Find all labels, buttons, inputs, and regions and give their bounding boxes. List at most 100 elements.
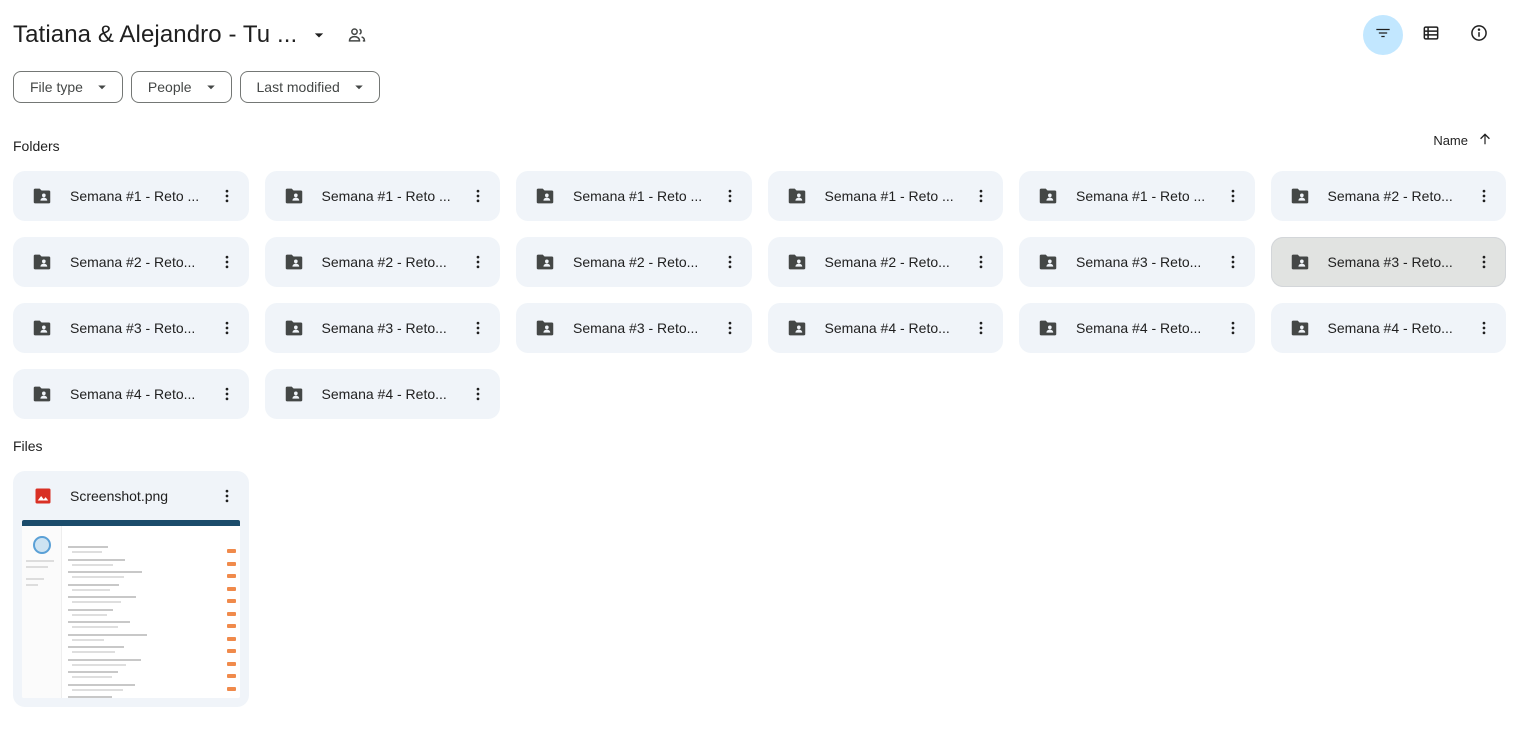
more-vert-icon[interactable] [464, 380, 492, 408]
thumbnail-row [68, 696, 236, 698]
folder-name: Semana #4 - Reto... [1327, 320, 1453, 336]
shared-folder-icon [31, 251, 53, 273]
sort-by-name-button[interactable]: Name [1433, 130, 1494, 151]
more-vert-icon[interactable] [464, 182, 492, 210]
thumbnail-text [68, 546, 108, 548]
more-vert-icon[interactable] [464, 314, 492, 342]
shared-folder-icon [31, 317, 53, 339]
folder-card[interactable]: Semana #3 - Reto... [1270, 237, 1506, 287]
folder-name: Semana #1 - Reto ... [70, 188, 200, 204]
folder-name: Semana #2 - Reto... [824, 254, 950, 270]
more-vert-icon[interactable] [213, 314, 241, 342]
more-vert-icon[interactable] [1470, 314, 1498, 342]
more-vert-icon[interactable] [716, 182, 744, 210]
more-vert-icon[interactable] [967, 182, 995, 210]
people-icon[interactable] [343, 21, 371, 49]
shared-folder-icon [283, 383, 305, 405]
folder-card[interactable]: Semana #2 - Reto... [516, 237, 752, 287]
more-vert-icon[interactable] [213, 482, 241, 510]
more-vert-icon[interactable] [1219, 182, 1247, 210]
thumbnail-line [26, 560, 54, 562]
thumbnail-row [68, 583, 236, 594]
folder-card[interactable]: Semana #1 - Reto ... [1019, 171, 1255, 221]
folder-card[interactable]: Semana #2 - Reto... [767, 237, 1003, 287]
folder-name: Semana #1 - Reto ... [321, 188, 451, 204]
chip-label: File type [30, 79, 83, 95]
thumbnail-text [68, 696, 112, 698]
folder-card[interactable]: Semana #4 - Reto... [1019, 303, 1255, 353]
thumbnail-text [72, 563, 113, 566]
folder-card[interactable]: Semana #4 - Reto... [767, 303, 1003, 353]
thumbnail-row [68, 571, 236, 581]
folder-name: Semana #3 - Reto... [1076, 254, 1202, 270]
folder-card[interactable]: Semana #1 - Reto ... [767, 171, 1003, 221]
shared-folder-icon [534, 317, 556, 339]
folder-card[interactable]: Semana #4 - Reto... [264, 369, 500, 419]
thumbnail-logo [33, 536, 51, 554]
folder-card[interactable]: Semana #4 - Reto... [13, 369, 249, 419]
more-vert-icon[interactable] [213, 248, 241, 276]
thumbnail-text [72, 551, 102, 553]
more-vert-icon[interactable] [1470, 182, 1498, 210]
thumbnail-text [72, 601, 121, 603]
folder-name: Semana #3 - Reto... [70, 320, 196, 336]
file-card[interactable]: Screenshot.png [13, 471, 249, 707]
thumbnail-tag [227, 574, 236, 578]
thumbnail-text [72, 613, 107, 616]
thumbnail-text [72, 663, 126, 666]
people-chip[interactable]: People [130, 71, 232, 103]
more-vert-icon[interactable] [213, 182, 241, 210]
folder-card[interactable]: Semana #3 - Reto... [13, 303, 249, 353]
thumbnail-tag [227, 674, 236, 678]
thumbnail-text [68, 658, 141, 661]
more-vert-icon[interactable] [967, 314, 995, 342]
folder-card[interactable]: Semana #3 - Reto... [264, 303, 500, 353]
folder-card[interactable]: Semana #3 - Reto... [516, 303, 752, 353]
more-vert-icon[interactable] [967, 248, 995, 276]
more-vert-icon[interactable] [464, 248, 492, 276]
thumbnail-row [68, 596, 236, 606]
thumbnail-row [68, 658, 236, 669]
last-modified-chip[interactable]: Last modified [239, 71, 380, 103]
folder-title[interactable]: Tatiana & Alejandro - Tu ... [13, 21, 297, 49]
chip-label: Last modified [256, 79, 340, 95]
thumbnail-line [26, 584, 38, 586]
details-button[interactable] [1459, 15, 1499, 55]
list-view-button[interactable] [1411, 15, 1451, 55]
shared-folder-icon [786, 317, 808, 339]
more-vert-icon[interactable] [716, 314, 744, 342]
folder-card[interactable]: Semana #3 - Reto... [1019, 237, 1255, 287]
folder-name: Semana #2 - Reto... [1327, 188, 1453, 204]
shared-folder-icon [1037, 251, 1059, 273]
more-vert-icon[interactable] [1219, 248, 1247, 276]
folder-card[interactable]: Semana #2 - Reto... [13, 237, 249, 287]
thumbnail-text [68, 633, 147, 636]
folder-name: Semana #4 - Reto... [321, 386, 447, 402]
thumbnail-row [68, 546, 236, 556]
folder-card[interactable]: Semana #1 - Reto ... [13, 171, 249, 221]
shared-folder-icon [283, 185, 305, 207]
folder-card[interactable]: Semana #1 - Reto ... [264, 171, 500, 221]
thumbnail-row [68, 683, 236, 694]
arrow-drop-down-icon[interactable] [305, 21, 333, 49]
file-type-chip[interactable]: File type [13, 71, 123, 103]
folder-card[interactable]: Semana #2 - Reto... [1270, 171, 1506, 221]
filter-button[interactable] [1363, 15, 1403, 55]
folder-card[interactable]: Semana #1 - Reto ... [516, 171, 752, 221]
thumbnail-text [68, 683, 135, 686]
more-vert-icon[interactable] [716, 248, 744, 276]
more-vert-icon[interactable] [1470, 248, 1498, 276]
folder-name: Semana #1 - Reto ... [573, 188, 703, 204]
shared-folder-icon [1289, 251, 1311, 273]
folder-card[interactable]: Semana #4 - Reto... [1270, 303, 1506, 353]
folder-name: Semana #2 - Reto... [321, 254, 447, 270]
more-vert-icon[interactable] [213, 380, 241, 408]
thumbnail-tag [227, 561, 236, 566]
folder-name: Semana #4 - Reto... [824, 320, 950, 336]
more-vert-icon[interactable] [1219, 314, 1247, 342]
shared-folder-icon [31, 383, 53, 405]
folder-card[interactable]: Semana #2 - Reto... [264, 237, 500, 287]
thumbnail-tag [227, 611, 236, 616]
shared-folder-icon [1289, 317, 1311, 339]
shared-folder-icon [534, 251, 556, 273]
